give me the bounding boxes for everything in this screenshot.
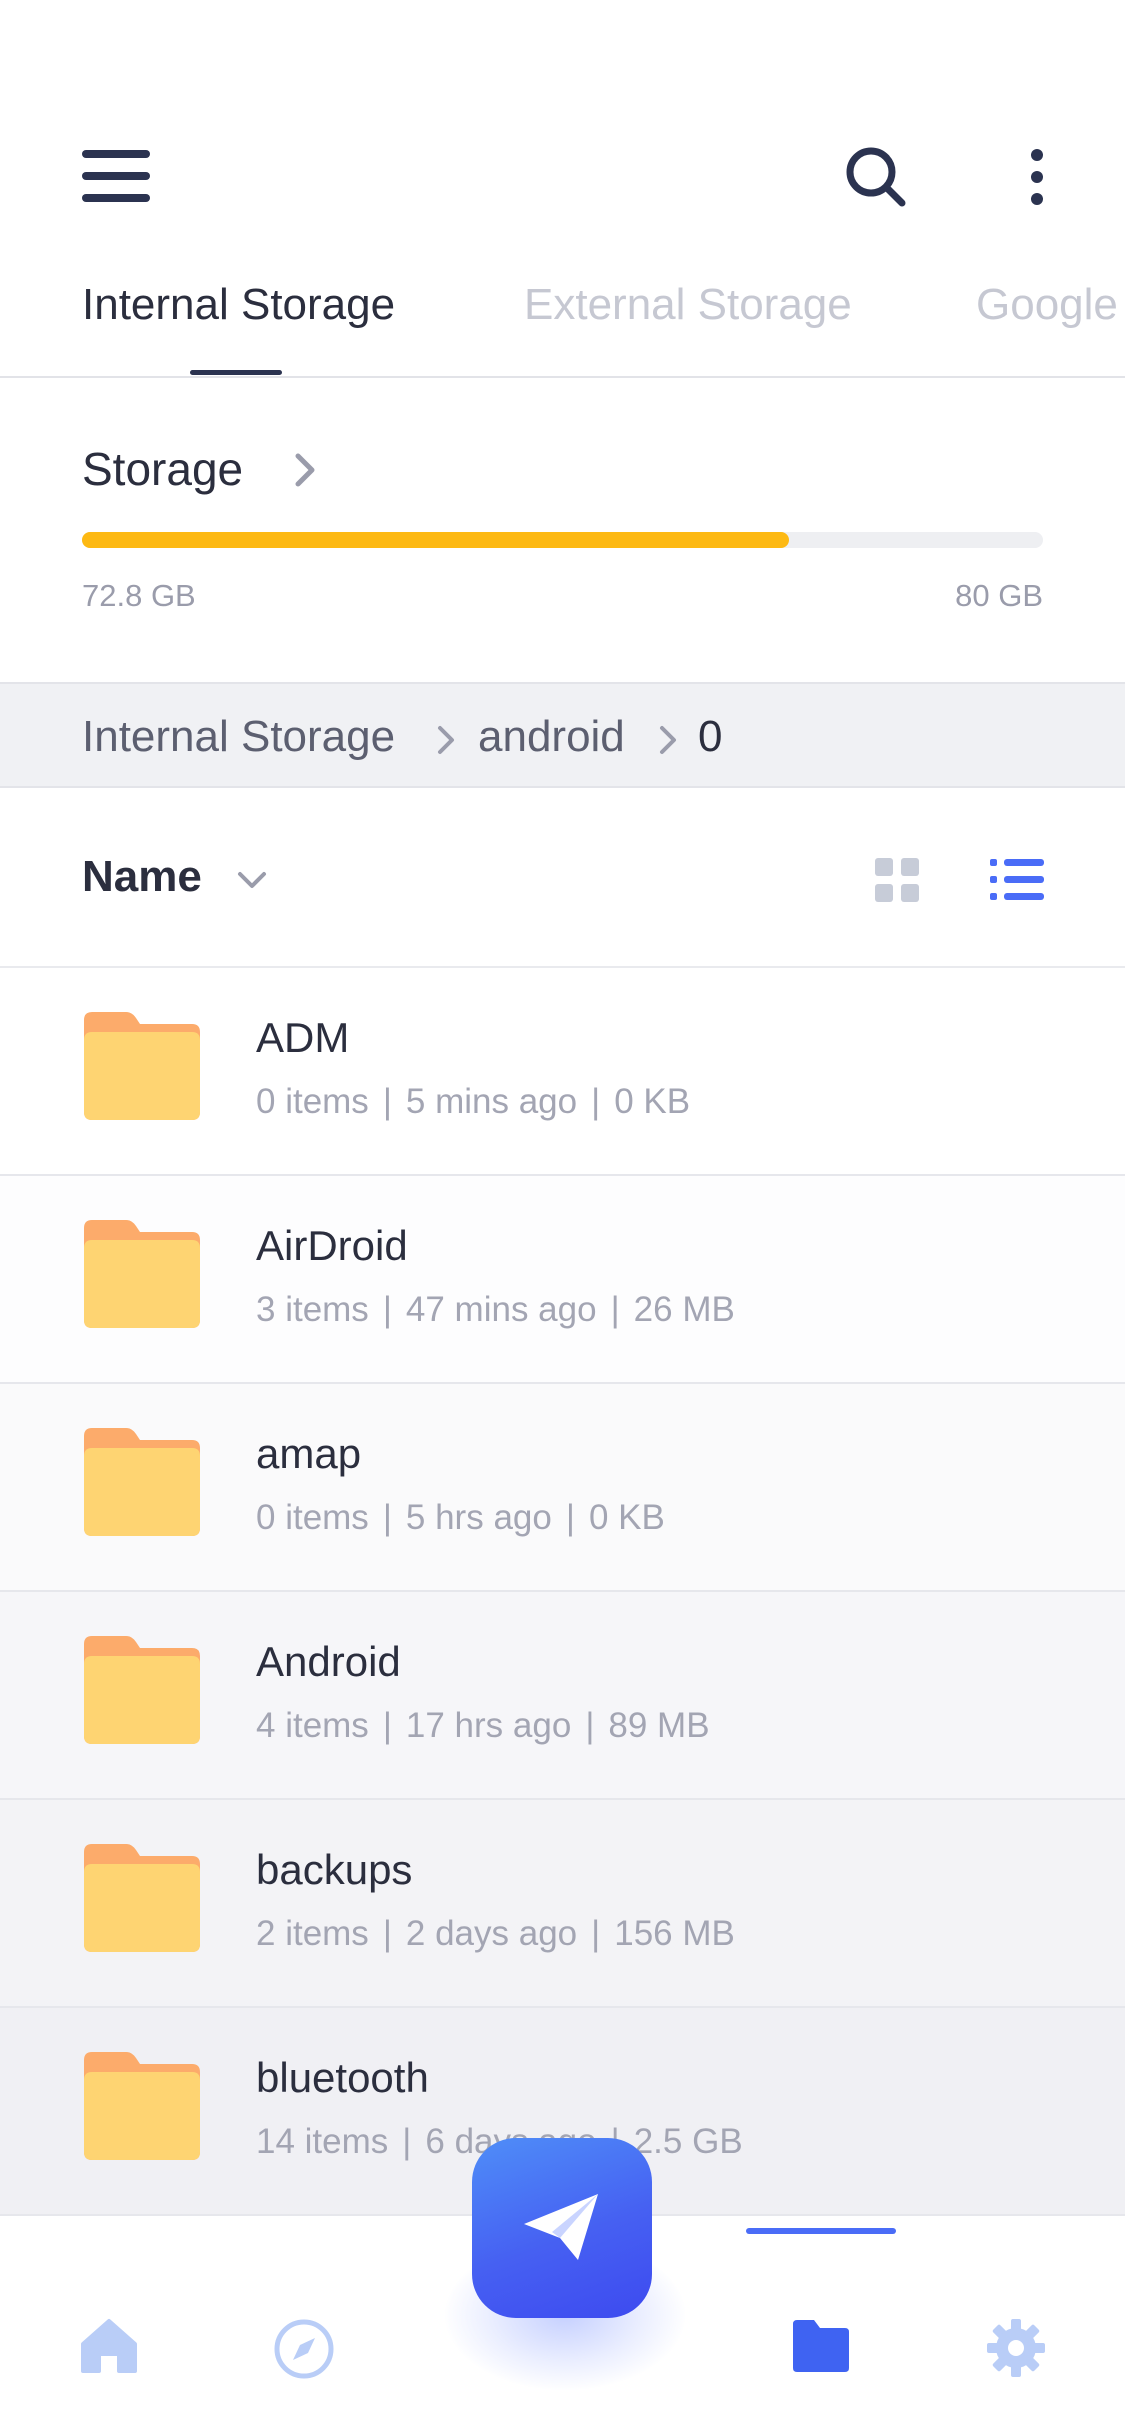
file-meta: 0 items | 5 mins ago | 0 KB (256, 1082, 690, 1122)
meta-separator: | (382, 1914, 392, 1953)
chevron-right-icon[interactable] (292, 450, 320, 490)
chevron-right-icon (438, 726, 454, 754)
file-list: ADM 0 items | 5 mins ago | 0 KB AirDroid 3 item… (0, 968, 1125, 2216)
folder-icon[interactable] (790, 2318, 852, 2379)
file-size: 26 MB (633, 1290, 735, 1329)
file-name: Android (256, 1638, 401, 1685)
send-fab-button[interactable] (472, 2138, 652, 2318)
file-row[interactable]: backups 2 items | 2 days ago | 156 MB (0, 1800, 1125, 2008)
grid-view-icon[interactable] (873, 856, 921, 904)
file-modified-time: 2 days ago (405, 1914, 578, 1953)
file-item-count: 0 items (256, 1498, 369, 1537)
file-item-count: 2 items (256, 1914, 369, 1953)
meta-separator: | (565, 1498, 575, 1537)
file-meta: 3 items | 47 mins ago | 26 MB (256, 1290, 735, 1330)
storage-summary: Storage 72.8 GB 80 GB (0, 378, 1125, 682)
file-name: ADM (256, 1014, 350, 1061)
folder-icon (84, 1428, 200, 1536)
active-tab-indicator (190, 370, 282, 375)
breadcrumb-item-current[interactable]: 0 (698, 712, 722, 762)
folder-icon (84, 1220, 200, 1328)
tab-external-storage[interactable]: External Storage (524, 280, 852, 330)
storage-progress-fill (82, 532, 790, 548)
file-row[interactable]: Android 4 items | 17 hrs ago | 89 MB (0, 1592, 1125, 1800)
list-view-icon[interactable] (990, 856, 1044, 904)
folder-icon (84, 2052, 200, 2160)
storage-title[interactable]: Storage (82, 442, 243, 496)
file-modified-time: 5 hrs ago (405, 1498, 552, 1537)
sort-toolbar: Name (0, 788, 1125, 968)
file-row[interactable]: ADM 0 items | 5 mins ago | 0 KB (0, 968, 1125, 1176)
app-header: Internal Storage External Storage Google… (0, 0, 1125, 378)
folder-icon (84, 1636, 200, 1744)
file-row[interactable]: amap 0 items | 5 hrs ago | 0 KB (0, 1384, 1125, 1592)
meta-separator: | (382, 1290, 392, 1329)
file-modified-time: 17 hrs ago (405, 1706, 572, 1745)
storage-tabs: Internal Storage External Storage Google… (0, 270, 1125, 378)
paper-plane-icon (524, 2194, 598, 2260)
tab-internal-storage[interactable]: Internal Storage (82, 280, 395, 330)
meta-separator: | (585, 1706, 595, 1745)
file-item-count: 14 items (256, 2122, 389, 2161)
file-row[interactable]: AirDroid 3 items | 47 mins ago | 26 MB (0, 1176, 1125, 1384)
file-size: 0 KB (588, 1498, 665, 1537)
file-meta: 2 items | 2 days ago | 156 MB (256, 1914, 735, 1954)
file-name: AirDroid (256, 1222, 408, 1269)
storage-total-label: 80 GB (955, 578, 1043, 613)
home-icon[interactable] (80, 2318, 138, 2379)
breadcrumb: Internal Storage android 0 (0, 682, 1125, 788)
file-name: amap (256, 1430, 362, 1477)
file-name: backups (256, 1846, 413, 1893)
file-meta: 4 items | 17 hrs ago | 89 MB (256, 1706, 710, 1746)
folder-icon (84, 1844, 200, 1952)
hamburger-menu-icon[interactable] (82, 150, 152, 202)
chevron-down-icon[interactable] (234, 868, 270, 892)
folder-icon (84, 1012, 200, 1120)
file-size: 2.5 GB (633, 2122, 743, 2161)
search-icon[interactable] (844, 145, 908, 209)
breadcrumb-item-android[interactable]: android (478, 712, 625, 762)
meta-separator: | (610, 1290, 620, 1329)
chevron-right-icon (660, 726, 676, 754)
settings-icon[interactable] (986, 2318, 1046, 2383)
breadcrumb-item-internal-storage[interactable]: Internal Storage (82, 712, 395, 762)
file-size: 156 MB (614, 1914, 735, 1953)
file-size: 0 KB (614, 1082, 691, 1121)
meta-separator: | (382, 1706, 392, 1745)
active-nav-indicator (746, 2228, 896, 2234)
compass-icon[interactable] (273, 2318, 335, 2385)
file-meta: 0 items | 5 hrs ago | 0 KB (256, 1498, 665, 1538)
meta-separator: | (382, 1498, 392, 1537)
file-modified-time: 5 mins ago (405, 1082, 578, 1121)
file-item-count: 3 items (256, 1290, 369, 1329)
file-modified-time: 47 mins ago (405, 1290, 597, 1329)
storage-used-label: 72.8 GB (82, 578, 196, 613)
sort-by-name-button[interactable]: Name (82, 852, 202, 902)
file-item-count: 0 items (256, 1082, 369, 1121)
more-vertical-icon[interactable] (1020, 145, 1054, 209)
meta-separator: | (382, 1082, 392, 1121)
tab-google-drive[interactable]: Google Drive (976, 280, 1125, 330)
file-size: 89 MB (608, 1706, 710, 1745)
meta-separator: | (402, 2122, 412, 2161)
meta-separator: | (591, 1914, 601, 1953)
file-name: bluetooth (256, 2054, 429, 2101)
meta-separator: | (591, 1082, 601, 1121)
file-item-count: 4 items (256, 1706, 369, 1745)
storage-progress-bar (82, 532, 1043, 548)
